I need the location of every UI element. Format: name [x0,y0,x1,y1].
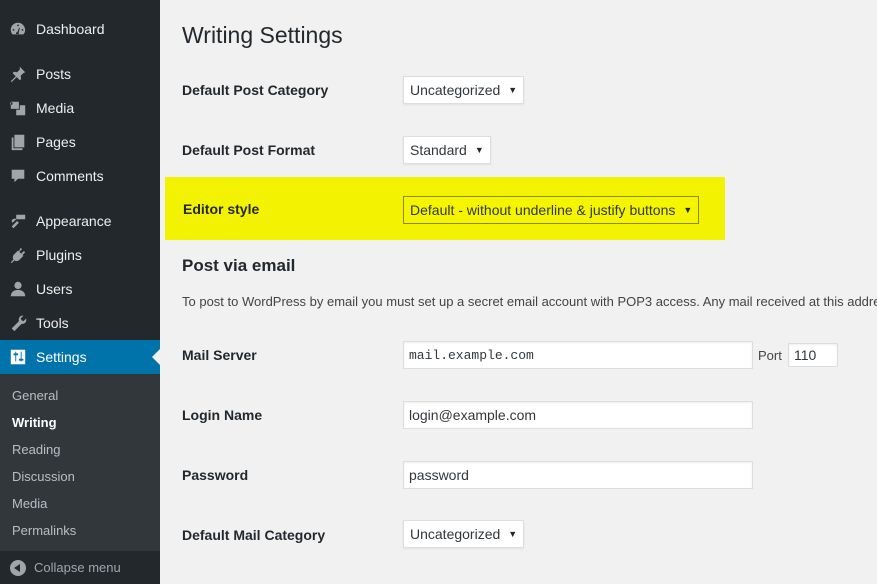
plug-icon [0,246,36,264]
submenu-item-writing[interactable]: Writing [0,409,160,436]
settings-submenu: General Writing Reading Discussion Media… [0,374,160,551]
paintbrush-icon [0,212,36,230]
collapse-arrow-icon [10,559,26,576]
sidebar-item-label: Comments [36,168,104,184]
submenu-item-media[interactable]: Media [0,490,160,517]
mail-server-input[interactable]: mail.example.com [403,341,753,369]
sidebar-item-label: Users [36,281,73,297]
sidebar-item-label: Tools [36,315,69,331]
pin-icon [0,65,36,83]
submenu-item-general[interactable]: General [0,382,160,409]
caret-down-icon: ▼ [474,145,484,155]
sidebar-item-settings[interactable]: Settings [0,340,160,374]
collapse-menu-button[interactable]: Collapse menu [0,551,160,584]
editor-style-select[interactable]: Default - without underline & justify bu… [403,196,700,224]
password-input[interactable]: password [403,461,753,489]
sidebar-item-label: Dashboard [36,21,105,37]
sidebar-item-tools[interactable]: Tools [0,306,160,340]
sidebar-item-label: Pages [36,134,76,150]
sidebar-item-dashboard[interactable]: Dashboard [0,12,160,46]
wrench-icon [0,314,36,332]
default-mail-category-label: Default Mail Category [182,527,326,543]
sidebar-item-label: Settings [36,349,87,365]
password-label: Password [182,467,249,483]
port-label: Port [758,348,782,363]
select-value: Default - without underline & justify bu… [410,202,676,218]
caret-down-icon: ▼ [508,85,518,95]
caret-down-icon: ▼ [683,205,693,215]
editor-style-label: Editor style [183,201,260,217]
select-value: Uncategorized [410,82,501,98]
default-post-category-select[interactable]: Uncategorized ▼ [403,76,525,104]
mail-server-label: Mail Server [182,347,257,363]
media-icon [0,99,36,117]
submenu-item-permalinks[interactable]: Permalinks [0,517,160,544]
default-post-format-select[interactable]: Standard ▼ [403,136,491,164]
comment-icon [0,167,36,185]
caret-down-icon: ▼ [508,529,518,539]
port-input[interactable]: 110 [788,343,838,367]
main-content: Writing Settings Default Post Category U… [160,0,877,584]
sidebar-item-label: Appearance [36,213,112,229]
dashboard-icon [0,20,36,38]
submenu-item-reading[interactable]: Reading [0,436,160,463]
sidebar-item-label: Media [36,100,75,116]
settings-sliders-icon [0,348,36,366]
sidebar-item-posts[interactable]: Posts [0,57,160,91]
default-post-category-label: Default Post Category [182,82,329,98]
collapse-menu-label: Collapse menu [34,560,121,575]
sidebar-item-plugins[interactable]: Plugins [0,238,160,272]
page-title: Writing Settings [182,22,343,48]
admin-sidebar: Dashboard Posts Media Pages Comments App… [0,0,160,584]
active-indicator [152,349,160,365]
user-icon [0,280,36,298]
pages-icon [0,133,36,151]
sidebar-item-label: Plugins [36,247,82,263]
login-name-input[interactable]: login@example.com [403,401,753,429]
submenu-item-discussion[interactable]: Discussion [0,463,160,490]
default-mail-category-select[interactable]: Uncategorized ▼ [403,520,525,548]
post-via-email-description: To post to WordPress by email you must s… [182,294,877,309]
sidebar-item-appearance[interactable]: Appearance [0,204,160,238]
default-post-format-label: Default Post Format [182,142,316,158]
sidebar-item-media[interactable]: Media [0,91,160,125]
select-value: Standard [410,142,467,158]
sidebar-item-label: Posts [36,66,72,82]
sidebar-item-comments[interactable]: Comments [0,159,160,193]
sidebar-item-pages[interactable]: Pages [0,125,160,159]
login-name-label: Login Name [182,407,263,423]
sidebar-item-users[interactable]: Users [0,272,160,306]
select-value: Uncategorized [410,526,501,542]
post-via-email-heading: Post via email [182,256,296,275]
